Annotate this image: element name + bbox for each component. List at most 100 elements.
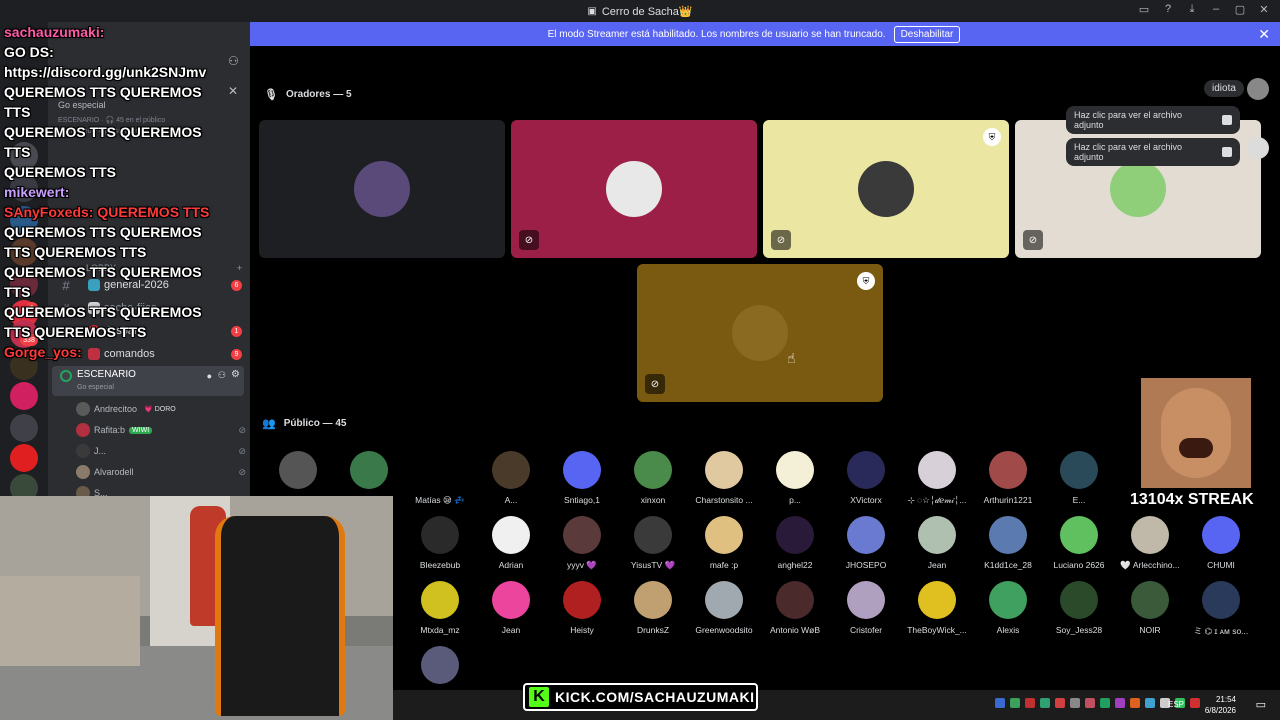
add-channel-icon[interactable]: + (237, 263, 242, 273)
audience-member-name: JHOSEPO (845, 560, 887, 570)
avatar (76, 465, 90, 479)
overlay-chat-line: SAnyFoxeds: QUEREMOS TTS (4, 204, 210, 220)
attachment-notification[interactable]: Haz clic para ver el archivo adjunto (1066, 138, 1240, 166)
tray-icon[interactable] (1070, 698, 1080, 708)
banner-close-icon[interactable]: ✕ (1258, 26, 1270, 43)
audience-member-name: ミ ⌬ ɪ ᴀᴍ so... (1193, 626, 1249, 636)
server-icon[interactable] (10, 382, 38, 410)
add-member-icon[interactable]: ⚇ (228, 54, 239, 68)
audience-member[interactable]: TheBoyWick_... (897, 581, 977, 641)
stage-member[interactable]: J... ⊘ (76, 442, 246, 460)
avatar[interactable] (1247, 78, 1269, 100)
notification-text: Haz clic para ver el archivo adjunto (1074, 110, 1183, 130)
avatar (989, 516, 1027, 554)
tray-icon[interactable] (1085, 698, 1095, 708)
audience-member[interactable]: Jean (897, 516, 977, 576)
speaker-avatar (354, 161, 410, 217)
audience-member[interactable]: E... (1039, 451, 1119, 511)
minimize-button[interactable]: – (1210, 3, 1222, 15)
audience-member[interactable]: Matías 😪 💤 (400, 451, 480, 511)
maximize-button[interactable]: ▢ (1234, 3, 1246, 16)
tray-icon[interactable] (1055, 698, 1065, 708)
chat-icon[interactable]: ● (207, 371, 212, 381)
audience-member[interactable]: Sntiago,1 (542, 451, 622, 511)
avatar (563, 516, 601, 554)
audience-member[interactable]: Jean (471, 581, 551, 641)
tray-icon[interactable] (1130, 698, 1140, 708)
tray-icon[interactable] (1190, 698, 1200, 708)
audience-member[interactable]: JHOSEPO (826, 516, 906, 576)
tray-icon[interactable] (995, 698, 1005, 708)
close-icon[interactable]: ✕ (228, 84, 238, 98)
audience-member[interactable]: YisusTV 💜 (613, 516, 693, 576)
audience-member[interactable]: ミ ⌬ ɪ ᴀᴍ so... (1181, 581, 1261, 641)
speaker-tile[interactable] (259, 120, 505, 258)
audience-member[interactable]: anghel22 (755, 516, 835, 576)
audience-member[interactable]: 🤍 Arlecchino... (1110, 516, 1190, 576)
disable-streamer-button[interactable]: Deshabilitar (893, 25, 961, 43)
help-icon[interactable]: ? (1162, 3, 1174, 15)
notification-icon[interactable]: ▭ (1256, 698, 1266, 711)
inbox-icon[interactable]: ▭ (1138, 3, 1150, 16)
audience-member[interactable]: Cristofer (826, 581, 906, 641)
audience-member[interactable]: Luciano 2626 (1039, 516, 1119, 576)
stage-channel-selected[interactable]: ESCENARIO Go especial ● ⚇ ⚙ (52, 366, 244, 396)
muted-icon: ⊘ (519, 230, 539, 250)
stage-member[interactable]: Alvarodell ⊘ (76, 463, 246, 481)
speaker-avatar (858, 161, 914, 217)
audience-member[interactable]: Charstonsito ... (684, 451, 764, 511)
speaker-avatar (732, 305, 788, 361)
audience-member[interactable]: Greenwoodsito (684, 581, 764, 641)
tray-icon[interactable] (1100, 698, 1110, 708)
image-icon (1222, 147, 1232, 157)
stage-member[interactable]: Andrecitoo 💗 DORO (76, 400, 246, 418)
audience-member-name: ⊹ ◌☆╎𝒹ℯ𝓂𝒾╎... (907, 495, 967, 505)
taskbar-clock[interactable]: 21:54 6/8/2026 (1205, 694, 1236, 716)
audience-member[interactable]: CHUMI (1181, 516, 1261, 576)
avatar[interactable] (1247, 137, 1269, 159)
download-icon[interactable]: ⤓ (1186, 3, 1198, 15)
audience-member[interactable]: Soy_Jess28 (1039, 581, 1119, 641)
speaker-tile[interactable]: ⊘ (511, 120, 757, 258)
tray-icon[interactable] (1010, 698, 1020, 708)
audience-member[interactable]: Alexis (968, 581, 1048, 641)
audience-member[interactable]: DrunksZ (613, 581, 693, 641)
audience-member[interactable]: Antonio WøB (755, 581, 835, 641)
audience-member[interactable]: Mtxda_mz (400, 581, 480, 641)
audience-member[interactable]: xinxon (613, 451, 693, 511)
invite-icon[interactable]: ⚇ (218, 370, 226, 381)
app-root: ▣ Cerro de Sacha👑 ▭ ? ⤓ – ▢ ✕ El modo St… (0, 0, 1280, 720)
audience-member[interactable]: NOIR (1110, 581, 1190, 641)
speaker-tile[interactable]: ⊘ ⛨ ☝ (637, 264, 883, 402)
avatar (847, 451, 885, 489)
audience-member[interactable]: K1dd1ce_28 (968, 516, 1048, 576)
audience-member[interactable]: yyyv 💜 (542, 516, 622, 576)
server-icon[interactable] (10, 444, 38, 472)
audience-member-name: Antonio WøB (769, 625, 821, 635)
unread-badge: 1 (231, 325, 242, 337)
tray-icon[interactable] (1115, 698, 1125, 708)
avatar (989, 581, 1027, 619)
audience-member[interactable]: XVictorx (826, 451, 906, 511)
tray-icon[interactable] (1145, 698, 1155, 708)
audience-member[interactable]: Bleezebub (400, 516, 480, 576)
attachment-notification[interactable]: Haz clic para ver el archivo adjunto (1066, 106, 1240, 134)
overlay-chat-line: QUEREMOS TTS QUEREMOS TTS (4, 84, 202, 120)
server-icon[interactable] (10, 414, 38, 442)
audience-member[interactable]: A... (471, 451, 551, 511)
audience-member[interactable]: mafe :p (684, 516, 764, 576)
stage-member[interactable]: Rafita:b WIWI ⊘ (76, 421, 246, 439)
audience-member[interactable]: Heisty (542, 581, 622, 641)
audience-member[interactable]: Arthurin1221 (968, 451, 1048, 511)
language-indicator[interactable]: ESP (1168, 700, 1184, 709)
speaker-tile[interactable]: ⊘ ⛨ (763, 120, 1009, 258)
audience-member[interactable]: Adrian (471, 516, 551, 576)
tray-icon[interactable] (1025, 698, 1035, 708)
audience-member[interactable]: ⊹ ◌☆╎𝒹ℯ𝓂𝒾╎... (897, 451, 977, 511)
notification-text: Haz clic para ver el archivo adjunto (1074, 142, 1183, 162)
close-button[interactable]: ✕ (1258, 3, 1270, 16)
kick-logo-icon: K (529, 687, 549, 707)
settings-icon[interactable]: ⚙ (231, 369, 240, 380)
audience-member[interactable]: p... (755, 451, 835, 511)
tray-icon[interactable] (1040, 698, 1050, 708)
